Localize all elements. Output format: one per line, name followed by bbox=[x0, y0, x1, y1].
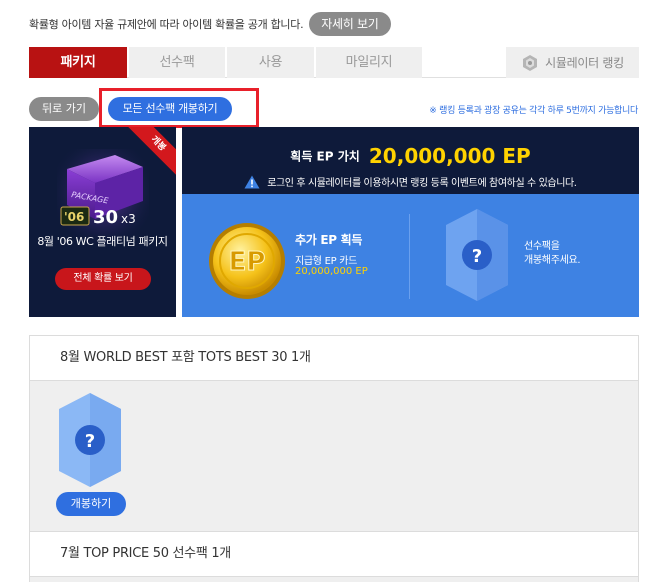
warning-icon bbox=[244, 175, 260, 189]
extra-ep-title: 추가 EP 획득 bbox=[295, 233, 363, 247]
view-all-probability-button[interactable]: 전체 확률 보기 bbox=[55, 268, 151, 290]
open-pack-hint-line2: 개봉해주세요. bbox=[524, 255, 581, 266]
detail-button[interactable]: 자세히 보기 bbox=[309, 12, 391, 36]
tab-simulator-ranking[interactable]: 시뮬레이터 랭킹 bbox=[506, 47, 639, 78]
section-title: 7월 TOP PRICE 50 선수팩 1개 bbox=[30, 532, 638, 577]
unopened-pack-icon: ? bbox=[446, 209, 508, 301]
ranking-note: ※ 랭킹 등록과 광장 공유는 각각 하루 5번까지 가능합니다 bbox=[429, 106, 638, 116]
open-all-packs-button[interactable]: 모든 선수팩 개봉하기 bbox=[108, 97, 232, 121]
tab-mileage[interactable]: 마일리지 bbox=[316, 47, 422, 78]
panel-divider bbox=[409, 214, 410, 299]
ep-coin-icon: EP bbox=[209, 223, 285, 299]
notice-text: 확률형 아이템 자율 규제안에 따라 아이템 확률을 공개 합니다. bbox=[29, 18, 304, 31]
ep-result-panel: 획득 EP 가치 20,000,000 EP 로그인 후 시뮬레이터를 이용하시… bbox=[182, 127, 639, 317]
svg-text:?: ? bbox=[85, 431, 95, 452]
tab-package[interactable]: 패키지 bbox=[29, 47, 127, 78]
tab-simulator-label: 시뮬레이터 랭킹 bbox=[545, 56, 624, 70]
tab-use[interactable]: 사용 bbox=[227, 47, 314, 78]
ep-value: 20,000,000 EP bbox=[368, 144, 531, 168]
open-pack-button[interactable]: 개봉하기 bbox=[56, 492, 126, 516]
pack-contents-list: 8월 WORLD BEST 포함 TOTS BEST 30 1개 ? 개봉하기 … bbox=[29, 335, 639, 582]
extra-ep-amount: 20,000,000 EP bbox=[295, 266, 368, 277]
ep-value-label: 획득 EP 가치 bbox=[290, 149, 360, 164]
back-button[interactable]: 뒤로 가기 bbox=[29, 97, 99, 121]
ep-warning: 로그인 후 시뮬레이터를 이용하시면 랭킹 등록 이벤트에 참여하실 수 있습니… bbox=[182, 174, 639, 189]
open-pack-hint-line1: 선수팩을 bbox=[524, 241, 560, 252]
svg-text:?: ? bbox=[472, 246, 482, 267]
probability-notice: 확률형 아이템 자율 규제안에 따라 아이템 확률을 공개 합니다. 자세히 보… bbox=[29, 12, 391, 36]
open-pack-hint: 선수팩을 개봉해주세요. bbox=[524, 240, 581, 268]
extra-ep-subtitle: 지급형 EP 카드 bbox=[295, 256, 358, 267]
unopened-pack-icon: ? bbox=[59, 393, 121, 487]
package-box-image: PACKAGE '06 30 x3 bbox=[57, 149, 149, 245]
coin-text: EP bbox=[229, 247, 266, 277]
ep-value-row: 획득 EP 가치 20,000,000 EP bbox=[182, 144, 639, 168]
simulator-icon bbox=[523, 54, 538, 71]
tab-player-pack[interactable]: 선수팩 bbox=[129, 47, 225, 78]
category-tabs: 패키지 선수팩 사용 마일리지 시뮬레이터 랭킹 bbox=[29, 47, 639, 78]
package-name: 8월 '06 WC 플래티넘 패키지 bbox=[37, 235, 168, 248]
section-title: 8월 WORLD BEST 포함 TOTS BEST 30 1개 bbox=[30, 336, 638, 381]
ep-extra-area: EP 추가 EP 획득 지급형 EP 카드 20,000,000 EP ? 선수… bbox=[182, 194, 639, 317]
ep-warning-text: 로그인 후 시뮬레이터를 이용하시면 랭킹 등록 이벤트에 참여하실 수 있습니… bbox=[267, 178, 577, 189]
section-body: ? 개봉하기 bbox=[30, 381, 638, 532]
package-season-text: '06 bbox=[64, 210, 84, 224]
package-card: PACKAGE '06 30 x3 개봉 8월 '06 WC 플래티넘 패키지 … bbox=[29, 127, 176, 317]
package-multiplier-text: x3 bbox=[121, 212, 136, 226]
section-body bbox=[30, 577, 638, 582]
ep-summary: 획득 EP 가치 20,000,000 EP 로그인 후 시뮬레이터를 이용하시… bbox=[182, 127, 639, 194]
package-ovr-text: 30 bbox=[93, 207, 118, 228]
